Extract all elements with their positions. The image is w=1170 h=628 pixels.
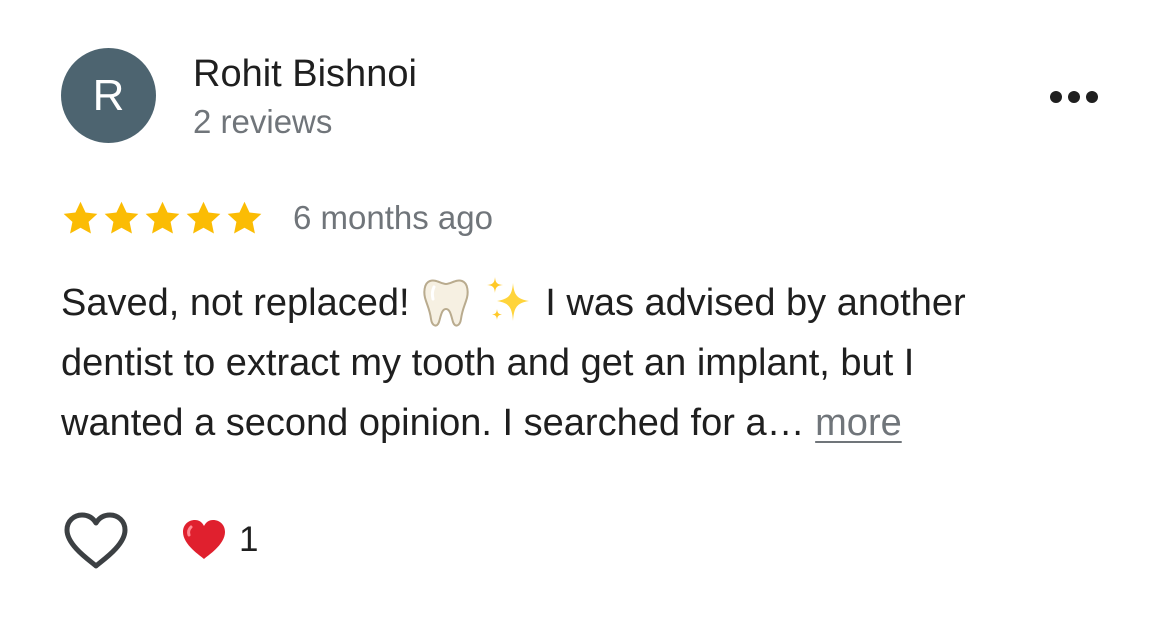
reviewer-name[interactable]: Rohit Bishnoi — [193, 52, 417, 96]
reaction-summary[interactable]: 1 — [181, 516, 258, 564]
more-horizontal-icon-dot — [1086, 91, 1098, 103]
tooth-emoji-icon — [423, 279, 469, 327]
review-line-2: dentist to extract my tooth and get an i… — [61, 342, 915, 384]
rating-row: 6 months ago — [60, 196, 493, 240]
star-icon — [104, 201, 139, 234]
star-icon — [227, 201, 262, 234]
review-line-1: Saved, not replaced! I was advised by an… — [61, 273, 1121, 333]
more-horizontal-icon — [1050, 91, 1062, 103]
review-text-line1-rest: I was advised by another — [545, 282, 966, 324]
more-options-button[interactable] — [1040, 80, 1108, 114]
review-line-3: wanted a second opinion. I searched for … — [61, 393, 1121, 453]
avatar-initial: R — [92, 70, 125, 120]
like-button[interactable] — [63, 512, 129, 570]
reaction-count: 1 — [239, 520, 259, 559]
star-icon — [186, 201, 221, 234]
avatar[interactable]: R — [61, 48, 156, 143]
reviewer-review-count: 2 reviews — [193, 103, 333, 140]
review-text-line3: wanted a second opinion. I searched for … — [61, 402, 805, 444]
red-heart-icon — [183, 520, 225, 559]
sparkles-emoji-icon — [486, 276, 529, 321]
heart-outline-icon — [64, 512, 128, 569]
review-text-intro: Saved, not replaced! — [61, 282, 410, 324]
star-icon — [63, 201, 98, 234]
review-time: 6 months ago — [293, 199, 493, 236]
more-horizontal-icon-dot — [1068, 91, 1080, 103]
review-body: Saved, not replaced! I was advised by an… — [61, 273, 1121, 453]
star-icon — [145, 201, 180, 234]
star-rating — [60, 198, 265, 239]
more-link[interactable]: more — [815, 402, 902, 444]
